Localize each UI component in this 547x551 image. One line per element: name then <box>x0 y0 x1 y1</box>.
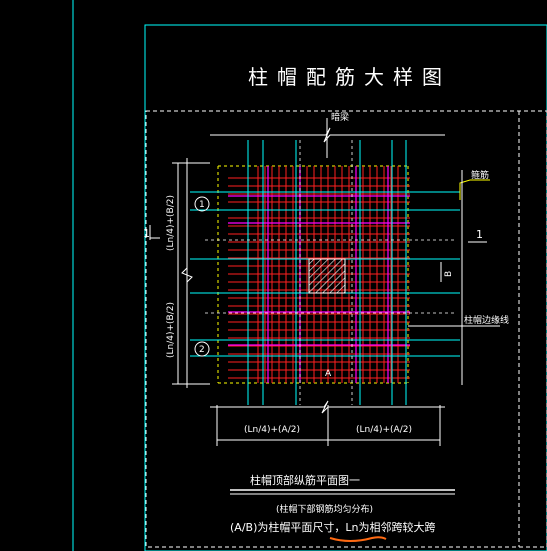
axis-2-label: 2 <box>199 345 205 355</box>
label-column: 暗梁 <box>331 111 349 123</box>
axis-1-label: 1 <box>199 200 205 210</box>
section-mark-left: 1 <box>143 227 150 240</box>
caption-note1: (柱帽下部钢筋均匀分布) <box>276 503 373 515</box>
label-cap-edge: 柱帽边缘线 <box>464 314 509 326</box>
drawing-title: 柱帽配筋大样图 <box>248 65 451 89</box>
bottom-dim-left: (Ln/4)+(A/2) <box>244 425 300 435</box>
leader-rebar <box>459 179 490 200</box>
caption-note2: (A/B)为柱帽平面尺寸，Ln为相邻跨较大跨 <box>230 520 435 534</box>
mark-b: B <box>444 271 454 277</box>
mark-a: A <box>325 369 332 379</box>
left-dim-top: (Ln/4)+(B/2) <box>166 195 176 251</box>
handwritten-underline <box>329 536 387 542</box>
bottom-dim-right: (Ln/4)+(A/2) <box>356 425 412 435</box>
title-frame <box>144 24 547 551</box>
label-rebar: 箍筋 <box>471 169 489 181</box>
column-section <box>308 258 346 294</box>
caption-title: 柱帽顶部纵筋平面图一 <box>250 473 360 487</box>
cad-drawing-canvas[interactable]: 柱帽配筋大样图 暗梁 箍筋 柱帽边缘线 B 1 1 (Ln/4)+(B/2) (… <box>0 0 547 551</box>
left-dim-bottom: (Ln/4)+(B/2) <box>166 302 176 358</box>
section-mark-right: 1 <box>476 228 483 241</box>
